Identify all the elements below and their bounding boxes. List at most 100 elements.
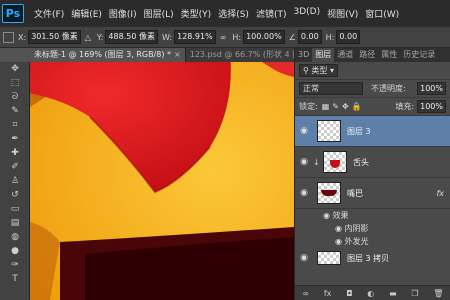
emoji-artwork <box>30 62 294 300</box>
toolbox: ✥ ⬚ ᘐ ✎ ⌗ ✒ ✚ ✐ ♙ ↺ ▭ ▤ ◍ ● ✑ T <box>0 62 30 300</box>
y-label: Y: <box>96 32 104 42</box>
document-canvas[interactable] <box>30 62 294 300</box>
y-field[interactable]: 488.50 像素 <box>105 30 158 44</box>
tab-untitled[interactable]: 未标题-1 @ 169% (图层 3, RGB/8) * × <box>30 48 186 62</box>
layer-thumbnail <box>317 251 341 265</box>
blend-row: 正常 不透明度: 100% <box>295 80 450 98</box>
layer-row[interactable]: ◉ 图层 3 拷贝 <box>295 248 450 268</box>
layer-thumbnail <box>317 120 341 142</box>
reference-point-icon[interactable] <box>3 31 14 43</box>
menu-edit[interactable]: 编辑(E) <box>71 7 102 20</box>
pen-tool-icon[interactable]: ✑ <box>0 258 30 272</box>
effects-group[interactable]: ◉ 效果 <box>295 209 450 222</box>
history-brush-tool-icon[interactable]: ↺ <box>0 188 30 202</box>
menu-select[interactable]: 选择(S) <box>218 7 249 20</box>
filter-kind-label: 类型 <box>311 66 328 75</box>
menu-image[interactable]: 图像(I) <box>109 7 137 20</box>
crop-tool-icon[interactable]: ⌗ <box>0 118 30 132</box>
fill-field[interactable]: 100% <box>417 100 446 113</box>
menu-layer[interactable]: 图层(L) <box>144 7 174 20</box>
layer-name: 图层 3 拷贝 <box>347 253 390 263</box>
tab-paths[interactable]: 路径 <box>356 48 378 62</box>
delta-icon: △ <box>84 32 91 42</box>
tab-properties[interactable]: 属性 <box>378 48 400 62</box>
lock-label: 锁定: <box>299 102 318 111</box>
blend-mode-dropdown[interactable]: 正常 <box>299 82 363 95</box>
layer-name: 嘴巴 <box>347 188 363 198</box>
lasso-tool-icon[interactable]: ᘐ <box>0 90 30 104</box>
eraser-tool-icon[interactable]: ▭ <box>0 202 30 216</box>
tab-history[interactable]: 历史记录 <box>400 48 438 62</box>
adjustment-icon[interactable]: ◐ <box>367 289 374 298</box>
filter-kind-dropdown[interactable]: ⚲ 类型 ▾ <box>299 64 338 77</box>
mouth-thumb-icon <box>321 190 337 196</box>
h-label: H: <box>232 32 242 42</box>
w-field[interactable]: 128.91% <box>174 30 216 44</box>
link-icon[interactable]: ∞ <box>302 289 309 298</box>
dodge-tool-icon[interactable]: ● <box>0 244 30 258</box>
blur-tool-icon[interactable]: ◍ <box>0 230 30 244</box>
effect-inner-shadow[interactable]: ◉ 内阴影 <box>295 222 450 235</box>
link-icon[interactable]: ∞ <box>220 33 227 42</box>
menu-window[interactable]: 窗口(W) <box>365 7 399 20</box>
move-tool-icon[interactable]: ✥ <box>0 62 30 76</box>
gradient-tool-icon[interactable]: ▤ <box>0 216 30 230</box>
document-tabs: 未标题-1 @ 169% (图层 3, RGB/8) * × 123.psd @ … <box>30 48 347 62</box>
lock-icons[interactable]: ▦✎✥🔒 <box>322 102 365 111</box>
layer-row[interactable]: ◉ 图层 3 <box>295 116 450 147</box>
w-label: W: <box>161 32 173 42</box>
layer-row[interactable]: ◉ 嘴巴 fx <box>295 178 450 209</box>
opacity-label: 不透明度: <box>371 84 406 93</box>
eye-icon[interactable]: ◉ <box>295 157 313 167</box>
opacity-field[interactable]: 100% <box>417 82 446 95</box>
brush-tool-icon[interactable]: ✐ <box>0 160 30 174</box>
h-field[interactable]: 100.00% <box>243 30 285 44</box>
h2-field[interactable]: 0.00 <box>336 30 361 44</box>
tab-channels[interactable]: 通道 <box>334 48 356 62</box>
eye-icon[interactable]: ◉ <box>335 224 345 233</box>
fx-icon[interactable]: fx <box>324 289 332 298</box>
layer-row[interactable]: ◉ ↓ 舌头 <box>295 147 450 178</box>
layer-thumbnail <box>323 151 347 173</box>
menu-view[interactable]: 视图(V) <box>327 7 358 20</box>
menu-3d[interactable]: 3D(D) <box>293 7 320 20</box>
lock-row: 锁定: ▦✎✥🔒 填充: 100% <box>295 98 450 116</box>
type-tool-icon[interactable]: T <box>0 272 30 286</box>
eye-icon[interactable]: ◉ <box>323 211 333 220</box>
eye-icon[interactable]: ◉ <box>335 237 345 246</box>
effects-label: 效果 <box>332 211 349 220</box>
marquee-tool-icon[interactable]: ⬚ <box>0 76 30 90</box>
eye-icon[interactable]: ◉ <box>295 253 313 263</box>
layer-thumbnail <box>317 182 341 204</box>
menu-items: 文件(F) 编辑(E) 图像(I) 图层(L) 类型(Y) 选择(S) 滤镜(T… <box>34 7 406 20</box>
folder-icon[interactable]: ▬ <box>389 289 397 298</box>
healing-tool-icon[interactable]: ✚ <box>0 146 30 160</box>
mask-icon[interactable]: ◘ <box>346 289 352 298</box>
menu-file[interactable]: 文件(F) <box>34 7 64 20</box>
stamp-tool-icon[interactable]: ♙ <box>0 174 30 188</box>
new-layer-icon[interactable]: ❐ <box>411 289 418 298</box>
tab-3d[interactable]: 3D <box>295 48 312 62</box>
tab-layers[interactable]: 图层 <box>312 48 335 62</box>
close-icon[interactable]: × <box>174 50 181 59</box>
x-label: X: <box>18 32 27 42</box>
eye-icon[interactable]: ◉ <box>295 126 313 136</box>
layer-name: 图层 3 <box>347 126 371 136</box>
eye-icon[interactable]: ◉ <box>295 188 313 198</box>
menu-filter[interactable]: 滤镜(T) <box>256 7 287 20</box>
fx-icon[interactable]: fx <box>436 189 444 198</box>
x-field[interactable]: 301.50 像素 <box>28 30 81 44</box>
menu-type[interactable]: 类型(Y) <box>181 7 212 20</box>
filter-row: ⚲ 类型 ▾ <box>295 62 450 80</box>
ps-logo: Ps <box>2 3 24 23</box>
h2-label: H: <box>325 32 335 42</box>
trash-icon[interactable]: 🗑 <box>433 289 443 298</box>
angle-field[interactable]: 0.00 <box>297 30 322 44</box>
photoshop-window: Ps 文件(F) 编辑(E) 图像(I) 图层(L) 类型(Y) 选择(S) 滤… <box>0 0 450 300</box>
fill-label: 填充: <box>395 102 415 111</box>
eyedropper-tool-icon[interactable]: ✒ <box>0 132 30 146</box>
effect-label: 内阴影 <box>344 224 369 233</box>
tongue-thumb-icon <box>330 160 340 168</box>
effect-outer-glow[interactable]: ◉ 外发光 <box>295 235 450 248</box>
quick-select-tool-icon[interactable]: ✎ <box>0 104 30 118</box>
